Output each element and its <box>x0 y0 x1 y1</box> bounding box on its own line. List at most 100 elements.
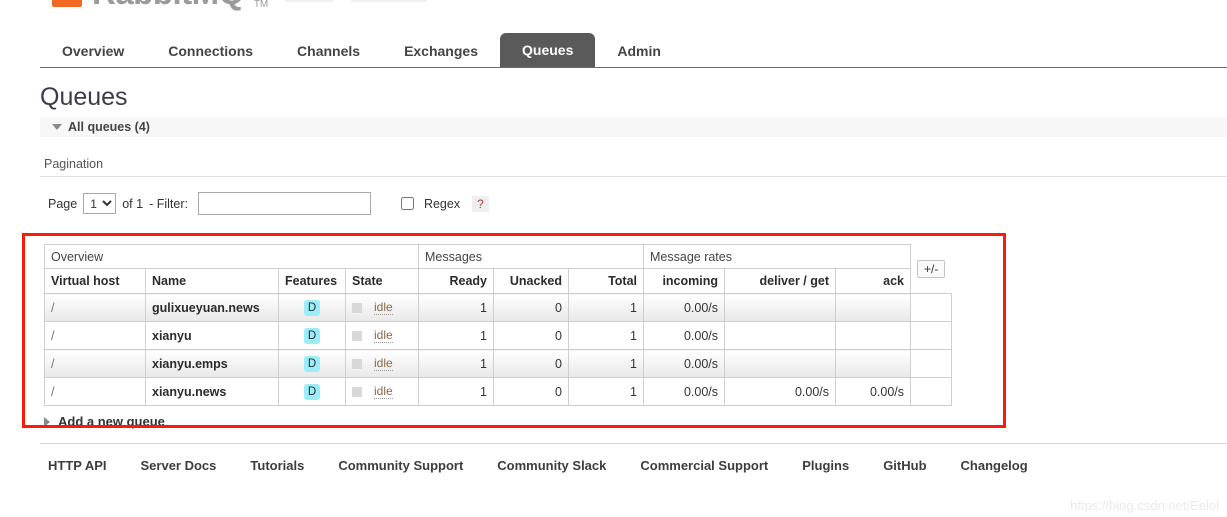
tab-channels[interactable]: Channels <box>275 35 382 67</box>
group-header-overview: Overview <box>44 244 419 269</box>
group-header-message-rates: Message rates <box>643 244 911 269</box>
regex-checkbox[interactable] <box>400 197 414 210</box>
cell-queue-name[interactable]: xianyu.emps <box>145 349 279 378</box>
cell-features: D <box>278 349 346 378</box>
add-new-queue-label: Add a new queue <box>58 414 165 429</box>
chevron-down-icon[interactable] <box>52 124 62 130</box>
cell-ready: 1 <box>418 293 494 322</box>
footer-link-changelog[interactable]: Changelog <box>961 458 1028 473</box>
tab-queues[interactable]: Queues <box>500 33 596 67</box>
tab-overview[interactable]: Overview <box>40 35 146 67</box>
footer-link-commercial-support[interactable]: Commercial Support <box>640 458 768 473</box>
column-header-total[interactable]: Total <box>568 268 644 294</box>
cell-total: 1 <box>568 377 644 406</box>
cell-ack <box>835 349 911 378</box>
state-indicator-group: idle <box>352 300 412 315</box>
cell-incoming: 0.00/s <box>643 321 725 350</box>
durable-badge[interactable]: D <box>304 327 320 344</box>
cell-spacer <box>910 293 952 322</box>
cell-queue-name[interactable]: gulixueyuan.news <box>145 293 279 322</box>
column-header-ready[interactable]: Ready <box>418 268 494 294</box>
toggle-columns-cell: +/- <box>911 245 952 294</box>
footer-link-community-support[interactable]: Community Support <box>338 458 463 473</box>
nav-item-admin: Admin <box>595 35 683 67</box>
logo-and-version: RabbitMQ TM 3.7.14 Erlang 21.3 <box>52 0 428 14</box>
cell-unacked: 0 <box>493 321 569 350</box>
cell-incoming: 0.00/s <box>643 377 725 406</box>
tab-exchanges[interactable]: Exchanges <box>382 35 500 67</box>
server-version-badge: 3.7.14 <box>284 0 334 2</box>
page-total-label: of 1 <box>122 196 144 211</box>
toggle-columns-button[interactable]: +/- <box>917 259 946 278</box>
column-header-features[interactable]: Features <box>278 268 346 294</box>
table-row[interactable]: / xianyu.emps D idle 1 0 1 0.00/s <box>44 349 952 378</box>
cell-queue-name[interactable]: xianyu.news <box>145 377 279 406</box>
page-label: Page <box>48 196 78 211</box>
all-queues-section-header[interactable]: All queues (4) <box>40 117 1227 137</box>
footer-link-github[interactable]: GitHub <box>883 458 926 473</box>
table-row[interactable]: / gulixueyuan.news D idle 1 0 1 0.00/s <box>44 293 952 322</box>
footer-link-community-slack[interactable]: Community Slack <box>497 458 606 473</box>
table-column-header-row: Virtual host Name Features State Ready U… <box>44 268 952 294</box>
state-indicator-group: idle <box>352 328 412 343</box>
page-title: Queues <box>40 83 128 111</box>
cell-state: idle <box>345 377 419 406</box>
state-label: idle <box>374 328 393 343</box>
pagination-controls: Page 1 of 1 - Filter: Regex ? <box>48 192 489 215</box>
cell-features: D <box>278 321 346 350</box>
add-new-queue-section[interactable]: Add a new queue <box>44 414 165 429</box>
cell-vhost: / <box>44 349 146 378</box>
state-dot-icon <box>352 386 362 397</box>
footer-link-tutorials[interactable]: Tutorials <box>250 458 304 473</box>
cell-queue-name[interactable]: xianyu <box>145 321 279 350</box>
tab-connections[interactable]: Connections <box>146 35 275 67</box>
column-header-name[interactable]: Name <box>145 268 279 294</box>
state-indicator-group: idle <box>352 384 412 399</box>
cell-spacer <box>910 349 952 378</box>
column-header-incoming[interactable]: incoming <box>643 268 725 294</box>
footer-link-server-docs[interactable]: Server Docs <box>141 458 217 473</box>
cell-vhost: / <box>44 293 146 322</box>
column-header-ack[interactable]: ack <box>835 268 911 294</box>
tab-admin[interactable]: Admin <box>595 35 683 67</box>
cell-total: 1 <box>568 321 644 350</box>
filter-input[interactable] <box>197 192 371 215</box>
durable-badge[interactable]: D <box>304 383 320 400</box>
erlang-version-badge: Erlang 21.3 <box>349 0 428 2</box>
pagination-heading: Pagination <box>44 157 104 171</box>
all-queues-label: All queues (4) <box>68 120 150 134</box>
main-navigation: Overview Connections Channels Exchanges … <box>40 32 1227 68</box>
watermark-text: https://blog.csdn.net/Eelol <box>1070 498 1219 513</box>
durable-badge[interactable]: D <box>304 355 320 372</box>
regex-label: Regex <box>423 196 461 211</box>
column-header-deliver-get[interactable]: deliver / get <box>724 268 836 294</box>
column-header-unacked[interactable]: Unacked <box>493 268 569 294</box>
nav-item-exchanges: Exchanges <box>382 35 500 67</box>
queues-table-container: Overview Messages Message rates +/- Virt… <box>44 244 952 406</box>
column-header-state[interactable]: State <box>345 268 419 294</box>
cell-ready: 1 <box>418 349 494 378</box>
queues-table-head: Overview Messages Message rates +/- Virt… <box>44 244 952 294</box>
state-indicator-group: idle <box>352 356 412 371</box>
cell-vhost: / <box>44 321 146 350</box>
cell-ack <box>835 321 911 350</box>
table-row[interactable]: / xianyu D idle 1 0 1 0.00/s <box>44 321 952 350</box>
cell-features: D <box>278 377 346 406</box>
footer-link-http-api[interactable]: HTTP API <box>48 458 107 473</box>
cell-deliver-get <box>724 321 836 350</box>
column-header-vhost[interactable]: Virtual host <box>44 268 146 294</box>
nav-item-queues: Queues <box>500 33 596 67</box>
cell-total: 1 <box>568 349 644 378</box>
table-row[interactable]: / xianyu.news D idle 1 0 1 0.00/s 0.00/s… <box>44 377 952 406</box>
footer-link-plugins[interactable]: Plugins <box>802 458 849 473</box>
help-icon[interactable]: ? <box>472 195 489 212</box>
page-select[interactable]: 1 <box>83 193 117 214</box>
cell-total: 1 <box>568 293 644 322</box>
durable-badge[interactable]: D <box>304 299 320 316</box>
cell-state: idle <box>345 293 419 322</box>
trademark-icon: TM <box>253 0 269 10</box>
pagination-divider <box>40 176 1227 177</box>
chevron-right-icon[interactable] <box>44 416 50 427</box>
cell-state: idle <box>345 321 419 350</box>
cell-incoming: 0.00/s <box>643 349 725 378</box>
